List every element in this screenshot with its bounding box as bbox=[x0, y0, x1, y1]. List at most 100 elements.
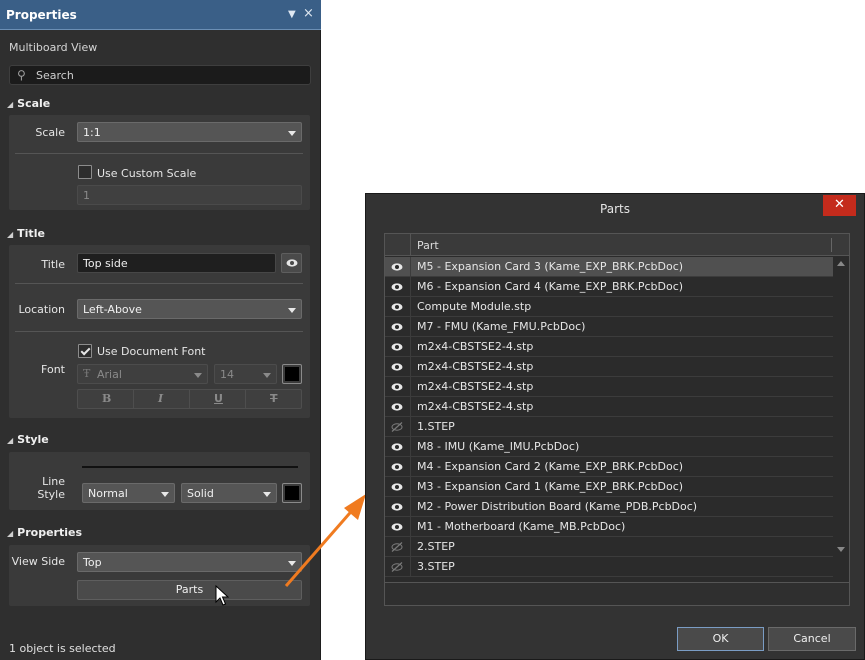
collapse-triangle-icon: ◢ bbox=[7, 230, 14, 239]
table-row[interactable]: 3.STEP bbox=[385, 557, 833, 577]
use-document-font-checkbox[interactable] bbox=[78, 344, 92, 358]
divider bbox=[189, 390, 190, 408]
part-name: M8 - IMU (Kame_IMU.PcbDoc) bbox=[417, 440, 580, 453]
table-row[interactable]: 1.STEP bbox=[385, 417, 833, 437]
eye-icon[interactable] bbox=[389, 499, 407, 515]
eye-icon[interactable] bbox=[389, 299, 407, 315]
column-divider bbox=[410, 517, 411, 537]
section-header-style[interactable]: ◢ Style bbox=[7, 433, 49, 446]
column-divider bbox=[410, 297, 411, 317]
font-color-swatch[interactable] bbox=[282, 364, 302, 384]
parts-button[interactable]: Parts bbox=[77, 580, 302, 600]
eye-icon[interactable] bbox=[389, 479, 407, 495]
scroll-up-icon[interactable] bbox=[837, 261, 845, 266]
divider bbox=[15, 153, 303, 154]
table-row[interactable]: 2.STEP bbox=[385, 537, 833, 557]
chevron-down-icon bbox=[194, 373, 202, 378]
divider bbox=[15, 283, 303, 284]
panel-menu-icon[interactable]: ▼ bbox=[288, 9, 296, 20]
collapse-triangle-icon: ◢ bbox=[7, 529, 14, 538]
grid-header: Part bbox=[385, 234, 849, 256]
table-row[interactable]: M5 - Expansion Card 3 (Kame_EXP_BRK.PcbD… bbox=[385, 257, 833, 277]
eye-icon[interactable] bbox=[389, 359, 407, 375]
eye-icon[interactable] bbox=[389, 339, 407, 355]
section-header-title[interactable]: ◢ Title bbox=[7, 227, 45, 240]
vertical-scrollbar[interactable] bbox=[833, 257, 849, 557]
font-color-fill bbox=[285, 367, 299, 381]
collapse-triangle-icon: ◢ bbox=[7, 436, 14, 445]
table-row[interactable]: Compute Module.stp bbox=[385, 297, 833, 317]
scale-label: Scale bbox=[35, 126, 65, 139]
line-weight-dropdown[interactable]: Normal bbox=[82, 483, 175, 503]
line-style-label: Line Style bbox=[37, 475, 65, 501]
line-type-dropdown[interactable]: Solid bbox=[181, 483, 277, 503]
eye-icon[interactable] bbox=[389, 259, 407, 275]
use-custom-scale-label: Use Custom Scale bbox=[97, 167, 197, 180]
section-header-properties[interactable]: ◢ Properties bbox=[7, 526, 82, 539]
scale-group: Scale 1:1 Use Custom Scale 1 bbox=[9, 115, 310, 210]
column-divider bbox=[410, 417, 411, 437]
panel-title: Properties bbox=[6, 8, 77, 22]
eye-icon[interactable] bbox=[389, 459, 407, 475]
table-row[interactable]: M7 - FMU (Kame_FMU.PcbDoc) bbox=[385, 317, 833, 337]
table-row[interactable]: m2x4-CBSTSE2-4.stp bbox=[385, 377, 833, 397]
column-divider bbox=[410, 477, 411, 497]
location-dropdown[interactable]: Left-Above bbox=[77, 299, 302, 319]
table-row[interactable]: m2x4-CBSTSE2-4.stp bbox=[385, 357, 833, 377]
use-custom-scale-checkbox[interactable] bbox=[78, 165, 92, 179]
table-row[interactable]: M3 - Expansion Card 1 (Kame_EXP_BRK.PcbD… bbox=[385, 477, 833, 497]
eye-icon[interactable] bbox=[389, 439, 407, 455]
part-name: M2 - Power Distribution Board (Kame_PDB.… bbox=[417, 500, 698, 513]
eye-icon[interactable] bbox=[389, 379, 407, 395]
part-name: 2.STEP bbox=[417, 540, 455, 553]
parts-rows: M5 - Expansion Card 3 (Kame_EXP_BRK.PcbD… bbox=[385, 257, 833, 577]
eye-icon[interactable] bbox=[389, 399, 407, 415]
eye-hidden-icon[interactable] bbox=[389, 559, 407, 575]
line-type-value: Solid bbox=[187, 487, 214, 500]
eye-icon[interactable] bbox=[389, 279, 407, 295]
location-value: Left-Above bbox=[83, 303, 142, 316]
eye-hidden-icon[interactable] bbox=[389, 539, 407, 555]
cancel-button[interactable]: Cancel bbox=[768, 627, 856, 651]
eye-icon[interactable] bbox=[389, 519, 407, 535]
chevron-down-icon bbox=[288, 131, 296, 136]
font-size-dropdown: 14 bbox=[214, 364, 277, 384]
table-row[interactable]: M4 - Expansion Card 2 (Kame_EXP_BRK.PcbD… bbox=[385, 457, 833, 477]
table-row[interactable]: M8 - IMU (Kame_IMU.PcbDoc) bbox=[385, 437, 833, 457]
part-name: M4 - Expansion Card 2 (Kame_EXP_BRK.PcbD… bbox=[417, 460, 684, 473]
eye-icon[interactable] bbox=[389, 319, 407, 335]
part-name: M6 - Expansion Card 4 (Kame_EXP_BRK.PcbD… bbox=[417, 280, 684, 293]
part-name: 1.STEP bbox=[417, 420, 455, 433]
scroll-down-icon[interactable] bbox=[837, 547, 845, 552]
underline-button: U bbox=[214, 392, 223, 405]
table-row[interactable]: M1 - Motherboard (Kame_MB.PcbDoc) bbox=[385, 517, 833, 537]
scale-dropdown[interactable]: 1:1 bbox=[77, 122, 302, 142]
part-name: 3.STEP bbox=[417, 560, 455, 573]
table-row[interactable]: M2 - Power Distribution Board (Kame_PDB.… bbox=[385, 497, 833, 517]
table-row[interactable]: M6 - Expansion Card 4 (Kame_EXP_BRK.PcbD… bbox=[385, 277, 833, 297]
view-side-dropdown[interactable]: Top bbox=[77, 552, 302, 572]
custom-scale-field: 1 bbox=[77, 185, 302, 205]
panel-close-icon[interactable]: × bbox=[303, 6, 314, 21]
column-header-part[interactable]: Part bbox=[417, 239, 439, 252]
title-input[interactable]: Top side bbox=[77, 253, 276, 273]
divider bbox=[245, 390, 246, 408]
column-divider bbox=[410, 277, 411, 297]
title-visibility-toggle[interactable] bbox=[281, 253, 302, 273]
mouse-cursor-icon bbox=[215, 584, 230, 610]
eye-hidden-icon[interactable] bbox=[389, 419, 407, 435]
column-divider bbox=[410, 537, 411, 557]
part-name: M1 - Motherboard (Kame_MB.PcbDoc) bbox=[417, 520, 626, 533]
search-box[interactable]: ⚲ bbox=[9, 65, 311, 85]
strikethrough-button: T bbox=[270, 392, 278, 405]
table-row[interactable]: m2x4-CBSTSE2-4.stp bbox=[385, 397, 833, 417]
font-style-bar: B I U T bbox=[77, 389, 302, 409]
table-row[interactable]: m2x4-CBSTSE2-4.stp bbox=[385, 337, 833, 357]
section-header-scale[interactable]: ◢ Scale bbox=[7, 97, 50, 110]
ok-button[interactable]: OK bbox=[677, 627, 764, 651]
search-input[interactable] bbox=[34, 67, 304, 83]
close-button[interactable]: ✕ bbox=[823, 195, 856, 216]
close-icon: ✕ bbox=[834, 197, 845, 212]
view-side-label: View Side bbox=[11, 555, 65, 568]
part-name: M3 - Expansion Card 1 (Kame_EXP_BRK.PcbD… bbox=[417, 480, 684, 493]
